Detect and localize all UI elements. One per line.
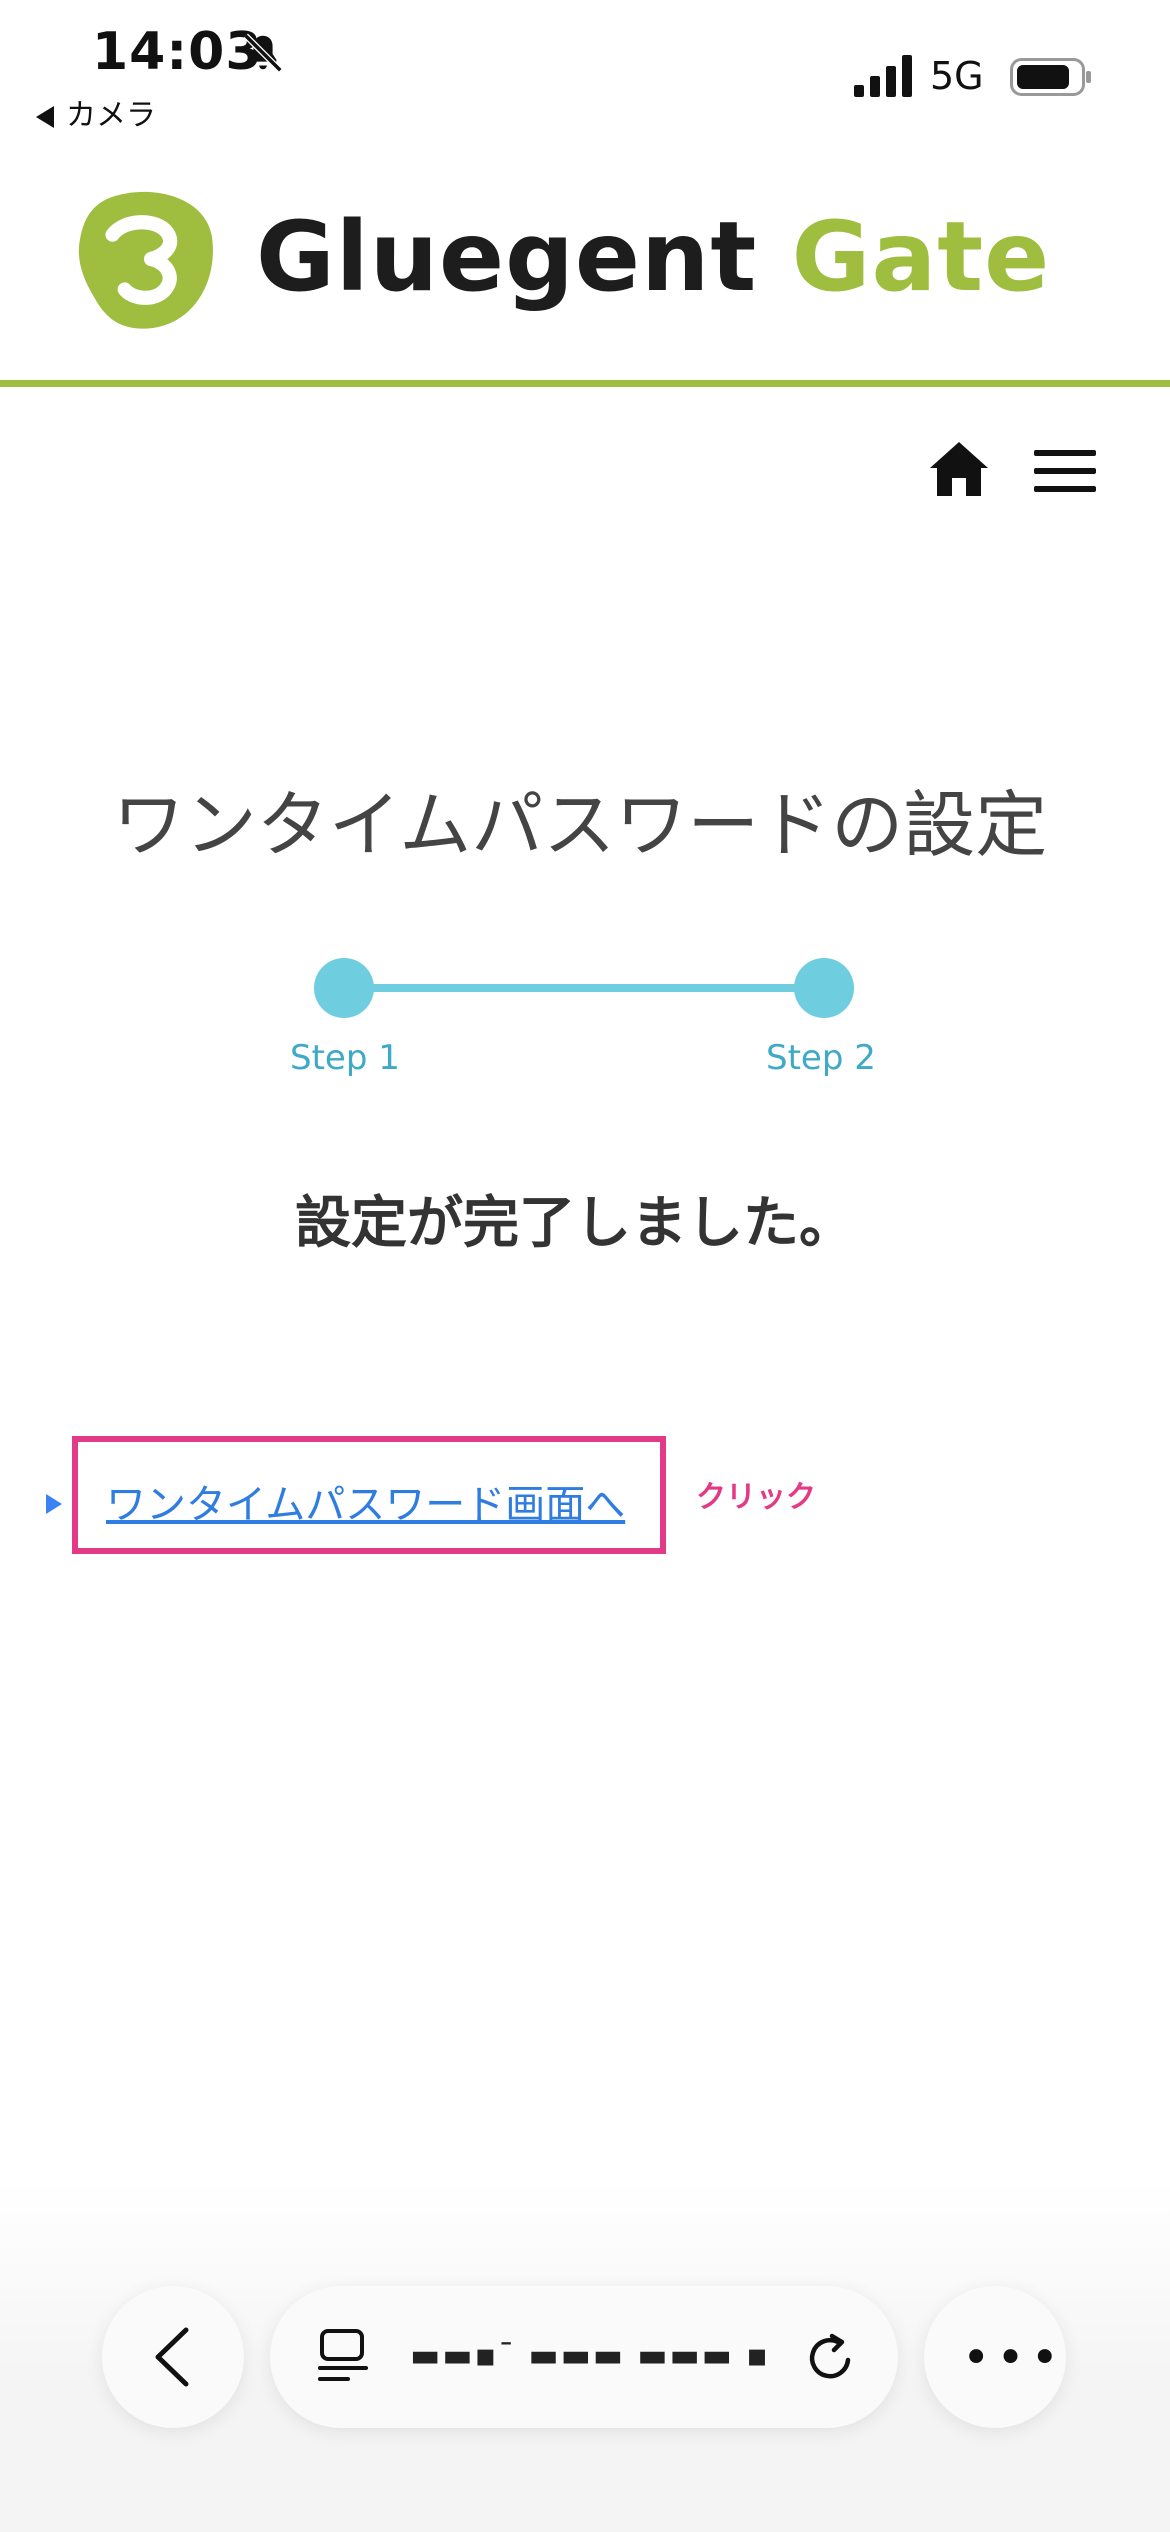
cellular-signal-icon: [854, 55, 912, 97]
stepper-line: [344, 984, 824, 992]
gluegent-logo-icon: [78, 191, 213, 329]
back-app-label: カメラ: [66, 98, 156, 133]
step-1-label: Step 1: [290, 1038, 400, 1078]
bell-muted-icon: [243, 33, 283, 73]
address-bar[interactable]: ▬▬▪ˉ ▬▬▬ ▬▬▬ ▪: [270, 2286, 898, 2428]
browser-back-button[interactable]: [102, 2286, 244, 2428]
site-header: Gluegent Gate: [0, 160, 1170, 387]
url-text: ▬▬▪ˉ ▬▬▬ ▬▬▬ ▪: [410, 2336, 770, 2374]
brand-name-part2: Gate: [791, 201, 1051, 313]
click-annotation: クリック: [696, 1480, 816, 1515]
step-2-dot: [794, 958, 854, 1018]
more-icon: •••: [962, 2330, 1065, 2386]
back-icon: [155, 2327, 189, 2387]
tabs-icon: [318, 2329, 368, 2381]
brand-name-part1: Gluegent: [256, 201, 758, 313]
brand-name: Gluegent Gate: [256, 202, 1050, 312]
progress-stepper: Step 1 Step 2: [290, 958, 876, 1078]
onetime-password-link[interactable]: ワンタイムパスワード画面へ: [106, 1472, 625, 1530]
back-triangle-icon: [36, 105, 54, 128]
status-bar: 14:03 カメラ 5G: [0, 0, 1170, 140]
clock: 14:03: [92, 22, 263, 82]
step-1-dot: [314, 958, 374, 1018]
step-2-label: Step 2: [766, 1038, 876, 1078]
page-title: ワンタイムパスワードの設定: [112, 783, 1048, 868]
network-type: 5G: [930, 54, 984, 98]
link-bullet-icon: [46, 1494, 62, 1514]
battery-icon: [1010, 58, 1091, 96]
completion-message: 設定が完了しました。: [295, 1191, 855, 1256]
hamburger-menu-icon[interactable]: [1034, 448, 1096, 494]
back-to-app-link[interactable]: カメラ: [36, 90, 156, 134]
browser-more-button[interactable]: •••: [924, 2286, 1066, 2428]
home-icon[interactable]: [928, 440, 990, 498]
reload-icon[interactable]: [804, 2332, 856, 2384]
